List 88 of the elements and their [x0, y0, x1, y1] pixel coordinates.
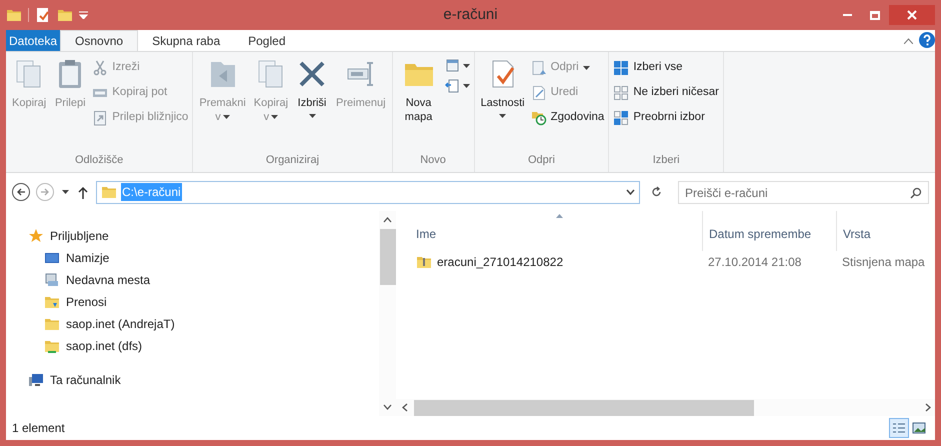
navigation-item[interactable]: saop.inet (AndrejaT): [6, 313, 379, 335]
scroll-down-icon[interactable]: [383, 404, 392, 410]
group-label: Odložišče: [75, 153, 124, 168]
invert-selection-icon: [613, 110, 630, 126]
group-label: Novo: [420, 153, 446, 168]
file-tab[interactable]: Datoteka: [6, 30, 60, 51]
caret-icon: [462, 64, 470, 68]
network-folder-icon: [44, 338, 60, 354]
shortcut-icon: [92, 110, 108, 126]
zip-folder-icon: [416, 254, 432, 270]
downloads-folder-icon: [44, 294, 60, 310]
star-icon: [28, 228, 44, 244]
search-field[interactable]: Preišči e-računi: [678, 181, 929, 204]
select-all-icon: [613, 60, 630, 76]
navigation-item[interactable]: Priljubljene: [6, 225, 379, 247]
back-arrow-icon: [16, 188, 26, 196]
details-view-button[interactable]: [889, 418, 909, 438]
vertical-scrollbar[interactable]: [379, 211, 396, 416]
document-arrow-icon: [444, 78, 461, 94]
table-cell: Stisnjena mapa: [842, 255, 925, 269]
new-folder-icon: [57, 7, 73, 23]
scroll-right-icon[interactable]: [925, 403, 931, 412]
ribbon-button[interactable]: [444, 58, 470, 74]
scroll-left-icon[interactable]: [402, 403, 408, 412]
folder-icon: [101, 184, 117, 200]
table-cell[interactable]: eracuni_271014210822: [437, 253, 564, 271]
close-icon: [907, 10, 917, 20]
new-item-icon: [444, 58, 461, 74]
ribbon-button[interactable]: Nova mapa: [396, 56, 441, 150]
scrollbar-thumb[interactable]: [380, 229, 396, 285]
group-label: Izberi: [652, 153, 680, 168]
caret-icon: [222, 115, 230, 119]
dropdown-icon[interactable]: [626, 189, 635, 195]
select-none-icon: [613, 85, 630, 101]
back-button[interactable]: [12, 183, 30, 201]
navigation-item[interactable]: Ta računalnik: [6, 369, 379, 391]
search-icon: [910, 186, 922, 198]
status-text: 1 element: [12, 420, 65, 437]
caret-icon: [62, 190, 68, 194]
recent-locations-button[interactable]: [60, 190, 70, 194]
folder-icon: [6, 7, 22, 23]
forward-arrow-icon: [40, 188, 50, 196]
navigation-item[interactable]: Nedavna mesta: [6, 269, 379, 291]
caret-icon: [271, 115, 278, 119]
column-header[interactable]: Ime: [416, 227, 436, 241]
scroll-up-icon[interactable]: [383, 217, 392, 223]
window-title: e-računi: [442, 4, 499, 25]
column-header[interactable]: Datum spremembe: [709, 227, 812, 241]
horizontal-scrollbar[interactable]: [396, 399, 935, 416]
collapse-ribbon-icon[interactable]: [904, 38, 913, 44]
customize-toolbar-icon[interactable]: [79, 11, 88, 19]
details-view-icon: [892, 422, 906, 434]
open-icon: [530, 60, 547, 76]
ribbon-tab[interactable]: Osnovno: [60, 30, 138, 51]
scissors-icon: [92, 60, 108, 76]
address-path: C:\e-računi: [121, 183, 182, 201]
navigation-item[interactable]: Prenosi: [6, 291, 379, 313]
ribbon-button[interactable]: Preobrni izbor: [613, 108, 719, 128]
ribbon-tab[interactable]: Skupna raba: [138, 30, 234, 51]
ribbon-button[interactable]: [444, 78, 470, 94]
ribbon-button[interactable]: Lastnosti: [478, 56, 527, 150]
folder-icon: [44, 316, 60, 332]
group-label: Odpri: [528, 153, 555, 168]
desktop-icon: [44, 250, 60, 266]
navigation-item[interactable]: saop.inet (dfs): [6, 335, 379, 357]
up-button[interactable]: [76, 186, 90, 198]
group-label: Organiziraj: [266, 153, 320, 168]
image-icon: [912, 422, 926, 434]
computer-icon: [28, 372, 44, 388]
ribbon-tab[interactable]: Pogled: [234, 30, 300, 51]
caret-icon: [462, 84, 470, 88]
ribbon-button[interactable]: Izbriši: [294, 56, 330, 150]
scrollbar-thumb[interactable]: [414, 400, 754, 416]
close-button[interactable]: [889, 5, 935, 25]
history-icon: [530, 110, 547, 126]
navigation-item[interactable]: Namizje: [6, 247, 379, 269]
edit-icon: [530, 85, 547, 101]
up-arrow-icon: [78, 186, 88, 198]
table-cell: 27.10.2014 21:08: [708, 255, 802, 269]
ribbon-button[interactable]: Zgodovina: [530, 108, 604, 128]
sort-arrow-icon: [556, 214, 563, 218]
properties-icon[interactable]: [35, 7, 51, 23]
ribbon-button[interactable]: Ne izberi ničesar: [613, 83, 719, 103]
recent-places-icon: [44, 272, 60, 288]
ribbon-button[interactable]: Izberi vse: [613, 58, 719, 78]
help-icon[interactable]: [919, 32, 935, 48]
refresh-icon: [650, 186, 662, 198]
column-header[interactable]: Vrsta: [843, 227, 871, 241]
